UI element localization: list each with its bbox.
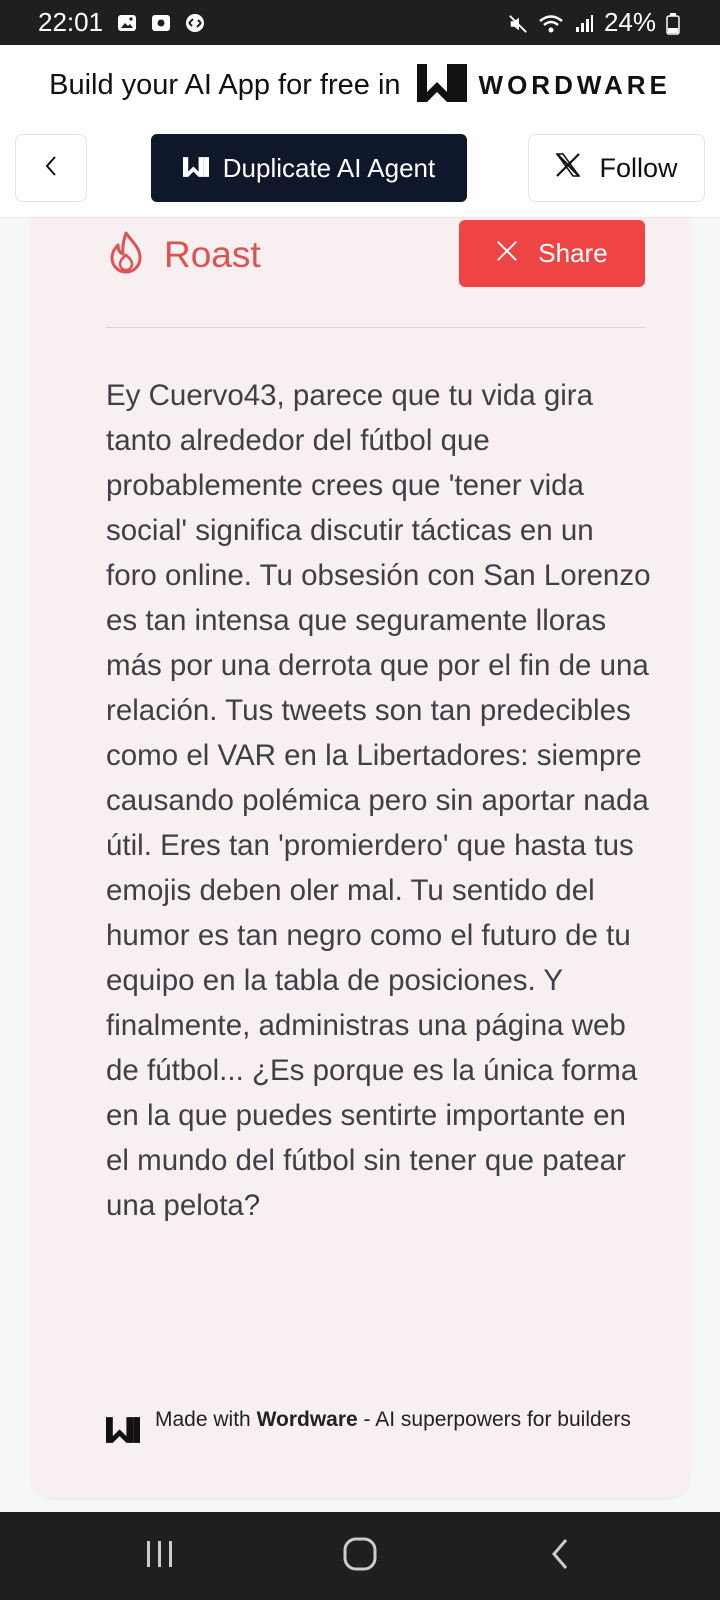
screen-record-icon [151, 13, 171, 33]
share-label: Share [538, 238, 608, 268]
home-icon [342, 1536, 378, 1577]
share-button[interactable]: Share [459, 220, 645, 287]
roast-title: Roast [164, 233, 261, 275]
wordware-logo-icon [106, 1417, 140, 1448]
divider [106, 327, 645, 328]
back-icon [549, 1537, 571, 1576]
duplicate-agent-button[interactable]: Duplicate AI Agent [151, 134, 467, 202]
footer-suffix: - AI superpowers for builders [363, 1408, 631, 1431]
status-bar: 22:01 24% [0, 0, 720, 45]
footer-prefix: Made with [155, 1408, 251, 1431]
x-logo-icon [496, 238, 518, 269]
made-with-footer[interactable]: Made with Wordware - AI superpowers for … [106, 1405, 636, 1448]
roast-body: Ey Cuervo43, parece que tu vida gira tan… [106, 379, 651, 1222]
status-right: 24% [508, 7, 680, 38]
flame-icon [106, 230, 146, 279]
promo-banner[interactable]: Build your AI App for free in WORDWARE [0, 45, 720, 125]
brand-name: WORDWARE [478, 69, 671, 100]
home-button[interactable] [320, 1526, 400, 1586]
signal-icon [574, 13, 594, 33]
chevron-left-icon [43, 154, 59, 183]
footer-brand[interactable]: Wordware [257, 1408, 358, 1431]
banner-text: Build your AI App for free in [49, 68, 401, 101]
back-button[interactable] [15, 134, 87, 202]
x-logo-icon [555, 152, 581, 185]
footer-text: Made with Wordware - AI superpowers for … [155, 1405, 631, 1448]
follow-label: Follow [599, 152, 678, 183]
roast-card: Roast Share Ey Cuervo43, parece que tu v… [31, 218, 690, 1498]
status-left: 22:01 [38, 7, 205, 38]
duplicate-label: Duplicate AI Agent [222, 152, 436, 183]
follow-button[interactable]: Follow [528, 134, 705, 202]
shazam-icon [185, 13, 205, 33]
action-bar: Duplicate AI Agent Follow [0, 125, 720, 218]
back-nav-button[interactable] [520, 1526, 600, 1586]
roast-header: Roast [106, 230, 261, 279]
status-time: 22:01 [38, 7, 104, 37]
system-nav-bar [0, 1512, 720, 1600]
battery-percent: 24% [603, 7, 656, 37]
gallery-icon [117, 13, 137, 33]
recent-apps-button[interactable] [120, 1526, 200, 1586]
battery-icon [666, 12, 680, 35]
wordware-brand: WORDWARE [416, 63, 671, 107]
recents-icon [144, 1538, 176, 1575]
wordware-logo-icon [416, 63, 467, 107]
mute-icon [508, 13, 528, 33]
wordware-logo-icon [182, 153, 209, 184]
wifi-icon [538, 13, 564, 33]
